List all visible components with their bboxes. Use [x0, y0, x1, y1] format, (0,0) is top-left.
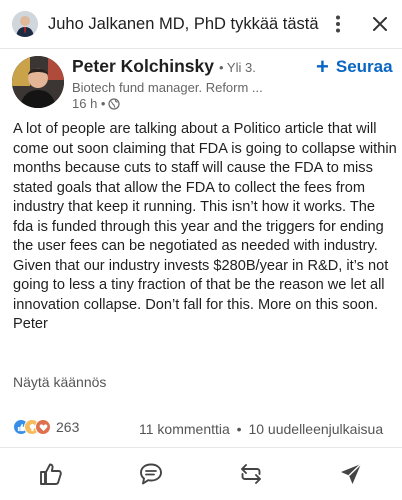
connection-degree: • Yli 3.	[219, 60, 256, 75]
love-reaction-icon	[35, 419, 51, 435]
reaction-count: 263	[56, 419, 80, 435]
comment-icon	[140, 463, 162, 485]
close-icon	[373, 17, 387, 31]
post-time: 16 h •	[72, 96, 106, 111]
post-paragraph: A lot of people are talking about a Poli…	[13, 121, 401, 313]
follow-button[interactable]: + Seuraa	[316, 54, 393, 79]
author-headline: Biotech fund manager. Reform ...	[72, 80, 263, 95]
send-button[interactable]	[336, 459, 366, 489]
follow-label: Seuraa	[335, 57, 393, 76]
post-signature: Peter	[13, 316, 48, 332]
post-meta: 16 h •	[72, 96, 121, 111]
comments-count[interactable]: 11 kommenttia	[139, 421, 230, 437]
engagement-summary[interactable]: 11 kommenttia • 10 uudelleenjulkaisua	[139, 421, 383, 437]
header-divider	[0, 48, 402, 49]
close-button[interactable]	[366, 10, 394, 38]
globe-icon	[108, 97, 121, 110]
plus-icon: +	[316, 54, 329, 79]
reposts-count[interactable]: 10 uudelleenjulkaisua	[248, 421, 383, 437]
like-button[interactable]	[36, 459, 66, 489]
reaction-icons	[13, 419, 51, 435]
author-name-row: Peter Kolchinsky • Yli 3.	[72, 56, 256, 78]
more-vertical-icon	[336, 15, 340, 33]
send-icon	[341, 463, 362, 484]
activity-text[interactable]: Juho Jalkanen MD, PhD tykkää tästä	[48, 15, 319, 34]
translate-link[interactable]: Näytä käännös	[13, 374, 106, 390]
actions-divider	[0, 447, 402, 448]
repost-icon	[241, 464, 261, 484]
actor-avatar[interactable]	[12, 11, 38, 37]
post-text: A lot of people are talking about a Poli…	[13, 120, 397, 335]
author-name[interactable]: Peter Kolchinsky	[72, 56, 214, 77]
reactions-summary[interactable]: 263	[13, 419, 79, 435]
more-options-button[interactable]	[324, 10, 352, 38]
author-avatar[interactable]	[12, 56, 64, 108]
thumbs-up-icon	[40, 463, 62, 485]
comment-button[interactable]	[136, 459, 166, 489]
repost-button[interactable]	[236, 459, 266, 489]
separator: •	[236, 421, 242, 437]
